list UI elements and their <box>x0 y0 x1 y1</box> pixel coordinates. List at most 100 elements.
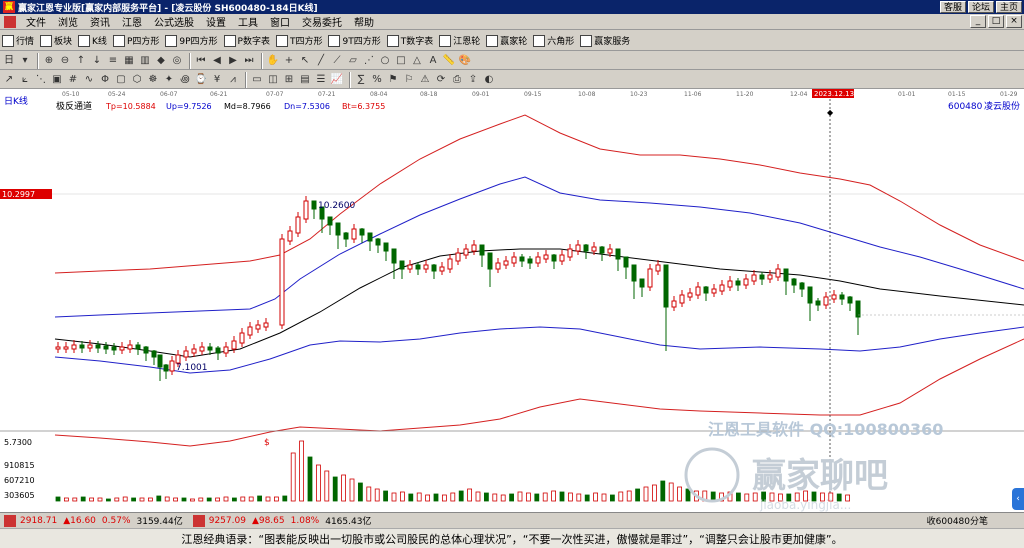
prev-icon[interactable]: ◀ <box>210 54 224 68</box>
toolbar-item-12[interactable]: 赢家服务 <box>580 34 630 47</box>
toolbar-item-10[interactable]: 赢家轮 <box>486 34 527 47</box>
toolbar-item-11[interactable]: 六角形 <box>533 34 574 47</box>
time-icon[interactable]: ⌚ <box>194 73 208 87</box>
menu-trade[interactable]: 交易委托 <box>296 14 348 29</box>
toolbar-item-0[interactable]: 行情 <box>2 34 34 47</box>
ray-icon[interactable]: ⟋ <box>330 54 344 68</box>
volume-bar <box>425 494 431 502</box>
align-icon[interactable]: ≡ <box>106 54 120 68</box>
menu-browse[interactable]: 浏览 <box>52 14 84 29</box>
diamond-icon[interactable]: ◆ <box>154 54 168 68</box>
circle-icon[interactable]: ○ <box>378 54 392 68</box>
split-icon[interactable]: ◫ <box>266 73 280 87</box>
spiral-icon[interactable]: ꩜ <box>178 73 192 87</box>
toolbar-item-6[interactable]: T四方形 <box>275 34 322 47</box>
line-icon[interactable]: ╱ <box>314 54 328 68</box>
volume-bar <box>568 492 573 502</box>
menu-tools[interactable]: 工具 <box>232 14 264 29</box>
kline-chart-svg[interactable]: 05-10 05-24 06-07 06-21 07-07 07-21 08-04 08-18… <box>0 89 1024 512</box>
print-icon[interactable]: ⎙ <box>450 73 464 87</box>
stats-icon[interactable]: ∑ <box>354 73 368 87</box>
bars-icon[interactable]: ▥ <box>138 54 152 68</box>
toolbar-item-5[interactable]: P数字表 <box>223 34 270 47</box>
cycle-icon[interactable]: ∿ <box>82 73 96 87</box>
list-icon[interactable]: ☰ <box>314 73 328 87</box>
zoom-out-icon[interactable]: ⊖ <box>58 54 72 68</box>
chevron-down-icon[interactable]: ▾ <box>18 54 32 68</box>
hex-icon[interactable]: ⬡ <box>130 73 144 87</box>
toolbar-item-2[interactable]: K线 <box>78 34 107 47</box>
channel-icon[interactable]: ▱ <box>346 54 360 68</box>
menu-file[interactable]: 文件 <box>20 14 52 29</box>
gann-grid-icon[interactable]: # <box>66 73 80 87</box>
close-button[interactable]: × <box>1006 15 1022 28</box>
volume-bar <box>299 440 305 502</box>
arrow-up-icon[interactable]: ↑ <box>74 54 88 68</box>
color-icon[interactable]: 🎨 <box>458 54 472 68</box>
alert-icon[interactable]: ⚠ <box>418 73 432 87</box>
menu-gann[interactable]: 江恩 <box>116 14 148 29</box>
layout-icon[interactable]: ⊞ <box>282 73 296 87</box>
first-icon[interactable]: ⏮ <box>194 54 208 68</box>
volume-bar <box>450 492 456 502</box>
rect-icon[interactable]: □ <box>394 54 408 68</box>
hand-icon[interactable]: ✋ <box>266 54 280 68</box>
fibo-icon[interactable]: Φ <box>98 73 112 87</box>
toolbar-item-4[interactable]: 9P四方形 <box>165 34 218 47</box>
zigzag-icon[interactable]: ⩘ <box>226 73 240 87</box>
refresh-icon[interactable]: ⟳ <box>434 73 448 87</box>
side-panel-toggle-button[interactable]: ‹ <box>1012 488 1024 510</box>
crosshair-icon[interactable]: + <box>282 54 296 68</box>
candle-body <box>279 238 285 326</box>
toolbar-item-8[interactable]: T数字表 <box>386 34 433 47</box>
triangle-icon[interactable]: △ <box>410 54 424 68</box>
tick-detail-label[interactable]: 收600480分笔 <box>927 514 988 527</box>
toolbar-item-7[interactable]: 9T四方形 <box>328 34 381 47</box>
table-icon[interactable]: ▤ <box>298 73 312 87</box>
minimize-button[interactable]: _ <box>970 15 986 28</box>
index2-amount: 4165.43亿 <box>325 517 372 527</box>
restore-button[interactable]: □ <box>988 15 1004 28</box>
kline-chart-area[interactable]: 05-10 05-24 06-07 06-21 07-07 07-21 08-04 08-18… <box>0 89 1024 512</box>
wheel-icon[interactable]: ☸ <box>146 73 160 87</box>
homepage-button[interactable]: 主页 <box>995 1 1022 13</box>
square-icon[interactable]: ▢ <box>114 73 128 87</box>
arrow-down-icon[interactable]: ↓ <box>90 54 104 68</box>
toolbar-item-9[interactable]: 江恩轮 <box>439 34 480 47</box>
arrow-icon[interactable]: ↖ <box>298 54 312 68</box>
target-icon[interactable]: ◎ <box>170 54 184 68</box>
menu-help[interactable]: 帮助 <box>348 14 380 29</box>
last-icon[interactable]: ⏭ <box>242 54 256 68</box>
color-wheel-icon[interactable]: ◐ <box>482 73 496 87</box>
customer-service-button[interactable]: 客服 <box>939 1 966 13</box>
window-icon[interactable]: ▭ <box>250 73 264 87</box>
chart-icon[interactable]: 📈 <box>330 73 344 87</box>
bookmark-icon[interactable]: ⚐ <box>402 73 416 87</box>
percent-icon[interactable]: % <box>370 73 384 87</box>
date-tick-label: 11-20 <box>736 91 754 98</box>
next-icon[interactable]: ▶ <box>226 54 240 68</box>
grid-icon[interactable]: ▦ <box>122 54 136 68</box>
cursor-icon[interactable]: ↗ <box>2 73 16 87</box>
toolbar-item-1[interactable]: 板块 <box>40 34 72 47</box>
candle-body <box>543 254 549 260</box>
forum-button[interactable]: 论坛 <box>967 1 994 13</box>
zoom-in-icon[interactable]: ⊕ <box>42 54 56 68</box>
flag-icon[interactable]: ⚑ <box>386 73 400 87</box>
menu-info[interactable]: 资讯 <box>84 14 116 29</box>
menu-settings[interactable]: 设置 <box>200 14 232 29</box>
ruler-icon[interactable]: 📏 <box>442 54 456 68</box>
volume-bar <box>106 498 111 502</box>
star-icon[interactable]: ✦ <box>162 73 176 87</box>
fan-icon[interactable]: ⋰ <box>362 54 376 68</box>
day-period-icon[interactable]: 日 <box>2 54 16 68</box>
gann-angle-icon[interactable]: ⟀ <box>18 73 32 87</box>
gann-fan-icon[interactable]: ⋱ <box>34 73 48 87</box>
export-icon[interactable]: ⇪ <box>466 73 480 87</box>
toolbar-item-3[interactable]: P四方形 <box>112 34 159 47</box>
text-icon[interactable]: A <box>426 54 440 68</box>
menu-formula[interactable]: 公式选股 <box>148 14 200 29</box>
price-icon[interactable]: ¥ <box>210 73 224 87</box>
gann-box-icon[interactable]: ▣ <box>50 73 64 87</box>
menu-window[interactable]: 窗口 <box>264 14 296 29</box>
